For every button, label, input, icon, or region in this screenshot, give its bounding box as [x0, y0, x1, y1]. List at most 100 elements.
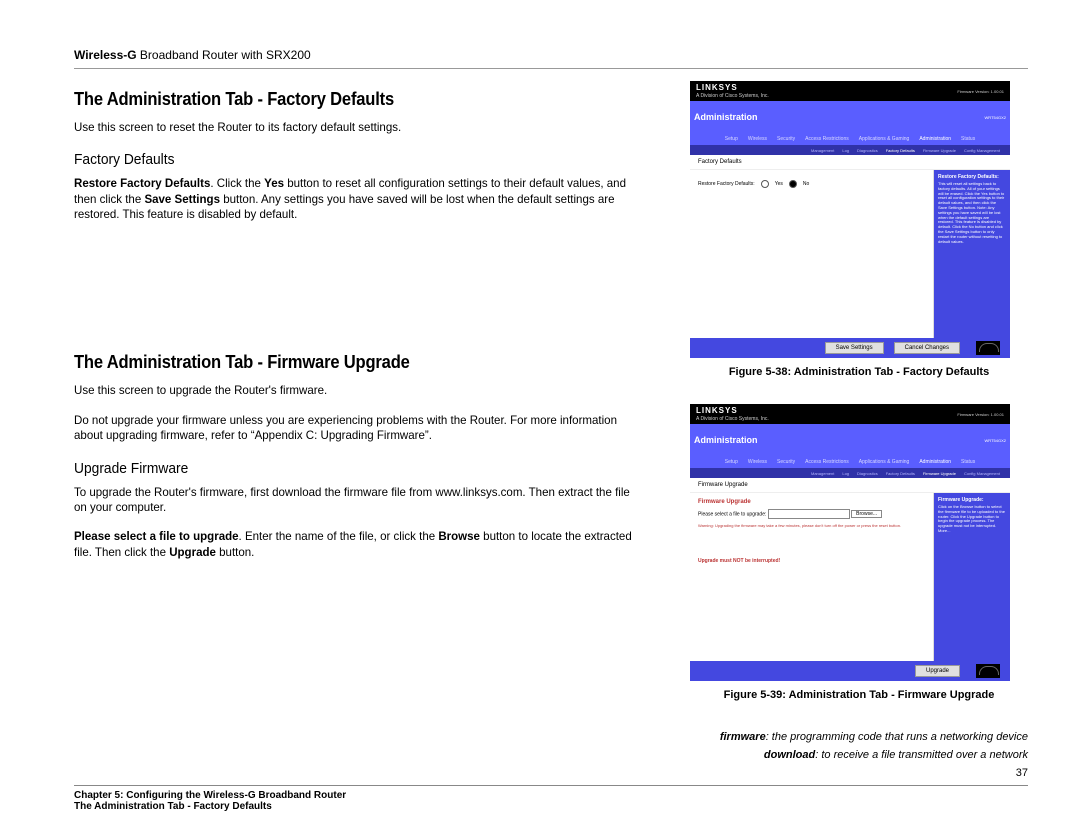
figure-nav-bar: Administration WRT54GX2	[690, 101, 1010, 133]
header-divider	[74, 68, 1028, 69]
firmware-version-label: Firmware Version: 1.00.01	[957, 412, 1004, 417]
subtab-factory-defaults[interactable]: Factory Defaults	[886, 471, 915, 476]
bold-save-settings: Save Settings	[144, 192, 220, 206]
tab-setup[interactable]: Setup	[725, 136, 738, 142]
tab-wireless[interactable]: Wireless	[748, 136, 767, 142]
no-interrupt-text: Upgrade must NOT be interrupted!	[698, 558, 925, 564]
admin-tab-label: Administration	[694, 112, 758, 122]
fig-section-label: Firmware Upgrade	[690, 478, 1010, 493]
select-file-label: Please select a file to upgrade:	[698, 511, 766, 517]
firmware-version-label: Firmware Version: 1.00.01	[957, 89, 1004, 94]
brand-subtitle: A Division of Cisco Systems, Inc.	[696, 416, 769, 422]
upgrade-warning-text: Warning: Upgrading the firmware may take…	[698, 523, 925, 528]
restore-label: Restore Factory Defaults:	[698, 181, 755, 187]
radio-no[interactable]	[789, 180, 797, 188]
radio-yes[interactable]	[761, 180, 769, 188]
firmware-select-paragraph: Please select a file to upgrade. Enter t…	[74, 529, 640, 560]
factory-defaults-paragraph: Restore Factory Defaults. Click the Yes …	[74, 176, 640, 222]
glossary-term-download: download	[764, 749, 815, 761]
subtab-factory-defaults[interactable]: Factory Defaults	[886, 148, 915, 153]
bold-yes: Yes	[264, 176, 284, 190]
firmware-intro: Use this screen to upgrade the Router's …	[74, 383, 640, 398]
tab-wireless[interactable]: Wireless	[748, 459, 767, 465]
subtab-firmware-upgrade[interactable]: Firmware Upgrade	[923, 148, 956, 153]
figure-bottom-bar: Save Settings Cancel Changes	[690, 338, 1010, 358]
glossary-firmware: firmware: the programming code that runs…	[690, 731, 1028, 743]
figure-main-tabs: Setup Wireless Security Access Restricti…	[690, 133, 1010, 145]
admin-tab-label: Administration	[694, 435, 758, 445]
cisco-logo-icon	[976, 341, 1000, 355]
figure-bottom-bar: Upgrade	[690, 661, 1010, 681]
product-header: Wireless-G Broadband Router with SRX200	[74, 48, 1028, 62]
figure-sub-tabs: Management Log Diagnostics Factory Defau…	[690, 468, 1010, 478]
subtab-config-management[interactable]: Config Management	[964, 471, 1000, 476]
subtab-diagnostics[interactable]: Diagnostics	[857, 471, 878, 476]
page-number: 37	[1016, 767, 1028, 779]
tab-administration[interactable]: Administration	[919, 136, 951, 142]
figure-content-left: Restore Factory Defaults: Yes No	[690, 170, 934, 338]
subtab-log[interactable]: Log	[842, 148, 849, 153]
firmware-upgrade-heading: Firmware Upgrade	[698, 499, 925, 505]
main-text-column: The Administration Tab - Factory Default…	[74, 81, 664, 767]
linksys-logo: LINKSYS	[696, 406, 769, 415]
tab-setup[interactable]: Setup	[725, 459, 738, 465]
help-title: Firmware Upgrade:	[938, 497, 1006, 503]
subtab-log[interactable]: Log	[842, 471, 849, 476]
save-settings-button[interactable]: Save Settings	[825, 342, 884, 354]
bold-select-file: Please select a file to upgrade	[74, 529, 239, 543]
figure-header: LINKSYS A Division of Cisco Systems, Inc…	[690, 81, 1010, 101]
bold-upgrade: Upgrade	[169, 545, 216, 559]
subtab-diagnostics[interactable]: Diagnostics	[857, 148, 878, 153]
section-title-factory-defaults: The Administration Tab - Factory Default…	[74, 89, 617, 110]
figure-sub-tabs: Management Log Diagnostics Factory Defau…	[690, 145, 1010, 155]
sub-title-upgrade-firmware: Upgrade Firmware	[74, 460, 617, 477]
tab-apps[interactable]: Applications & Gaming	[859, 136, 910, 142]
brand-subtitle: A Division of Cisco Systems, Inc.	[696, 93, 769, 99]
section-title-firmware-upgrade: The Administration Tab - Firmware Upgrad…	[74, 352, 617, 373]
figure-content-left: Firmware Upgrade Please select a file to…	[690, 493, 934, 661]
figure-main-tabs: Setup Wireless Security Access Restricti…	[690, 456, 1010, 468]
help-text: Click on the Browse button to select the…	[938, 505, 1006, 534]
product-name-bold: Wireless-G	[74, 48, 137, 62]
page-footer: 37 Chapter 5: Configuring the Wireless-G…	[74, 783, 1028, 812]
upgrade-button[interactable]: Upgrade	[915, 665, 960, 677]
tab-access[interactable]: Access Restrictions	[805, 459, 849, 465]
firmware-download-paragraph: To upgrade the Router's firmware, first …	[74, 485, 640, 516]
cancel-changes-button[interactable]: Cancel Changes	[894, 342, 960, 354]
subtab-config-management[interactable]: Config Management	[964, 148, 1000, 153]
tab-security[interactable]: Security	[777, 136, 795, 142]
tab-status[interactable]: Status	[961, 459, 975, 465]
figure-2-caption: Figure 5-39: Administration Tab - Firmwa…	[690, 689, 1028, 701]
subtab-management[interactable]: Management	[811, 471, 834, 476]
glossary-download: download: to receive a file transmitted …	[690, 749, 1028, 761]
model-label: WRT54GX2	[985, 438, 1007, 443]
footer-chapter: Chapter 5: Configuring the Wireless-G Br…	[74, 790, 346, 801]
tab-access[interactable]: Access Restrictions	[805, 136, 849, 142]
tab-security[interactable]: Security	[777, 459, 795, 465]
help-text: This will reset all settings back to fac…	[938, 182, 1006, 244]
figure-help-panel: Firmware Upgrade: Click on the Browse bu…	[934, 493, 1010, 661]
product-name-rest: Broadband Router with SRX200	[137, 48, 311, 62]
tab-status[interactable]: Status	[961, 136, 975, 142]
browse-button[interactable]: Browse...	[851, 510, 882, 518]
figure-help-panel: Restore Factory Defaults: This will rese…	[934, 170, 1010, 338]
factory-defaults-intro: Use this screen to reset the Router to i…	[74, 120, 640, 135]
tab-apps[interactable]: Applications & Gaming	[859, 459, 910, 465]
help-title: Restore Factory Defaults:	[938, 174, 1006, 180]
tab-administration[interactable]: Administration	[919, 459, 951, 465]
glossary-term-firmware: firmware	[720, 731, 766, 743]
figure-factory-defaults: LINKSYS A Division of Cisco Systems, Inc…	[690, 81, 1010, 358]
bold-browse: Browse	[438, 529, 480, 543]
file-path-input[interactable]	[768, 509, 850, 519]
fig-section-label: Factory Defaults	[690, 155, 1010, 170]
footer-section: The Administration Tab - Factory Default…	[74, 801, 346, 812]
bold-restore: Restore Factory Defaults	[74, 176, 210, 190]
subtab-management[interactable]: Management	[811, 148, 834, 153]
figure-nav-bar: Administration WRT54GX2	[690, 424, 1010, 456]
cisco-logo-icon	[976, 664, 1000, 678]
figure-1-caption: Figure 5-38: Administration Tab - Factor…	[690, 366, 1028, 378]
firmware-warning: Do not upgrade your firmware unless you …	[74, 413, 640, 444]
subtab-firmware-upgrade[interactable]: Firmware Upgrade	[923, 471, 956, 476]
figure-firmware-upgrade: LINKSYS A Division of Cisco Systems, Inc…	[690, 404, 1010, 681]
sub-title-factory-defaults: Factory Defaults	[74, 151, 617, 168]
